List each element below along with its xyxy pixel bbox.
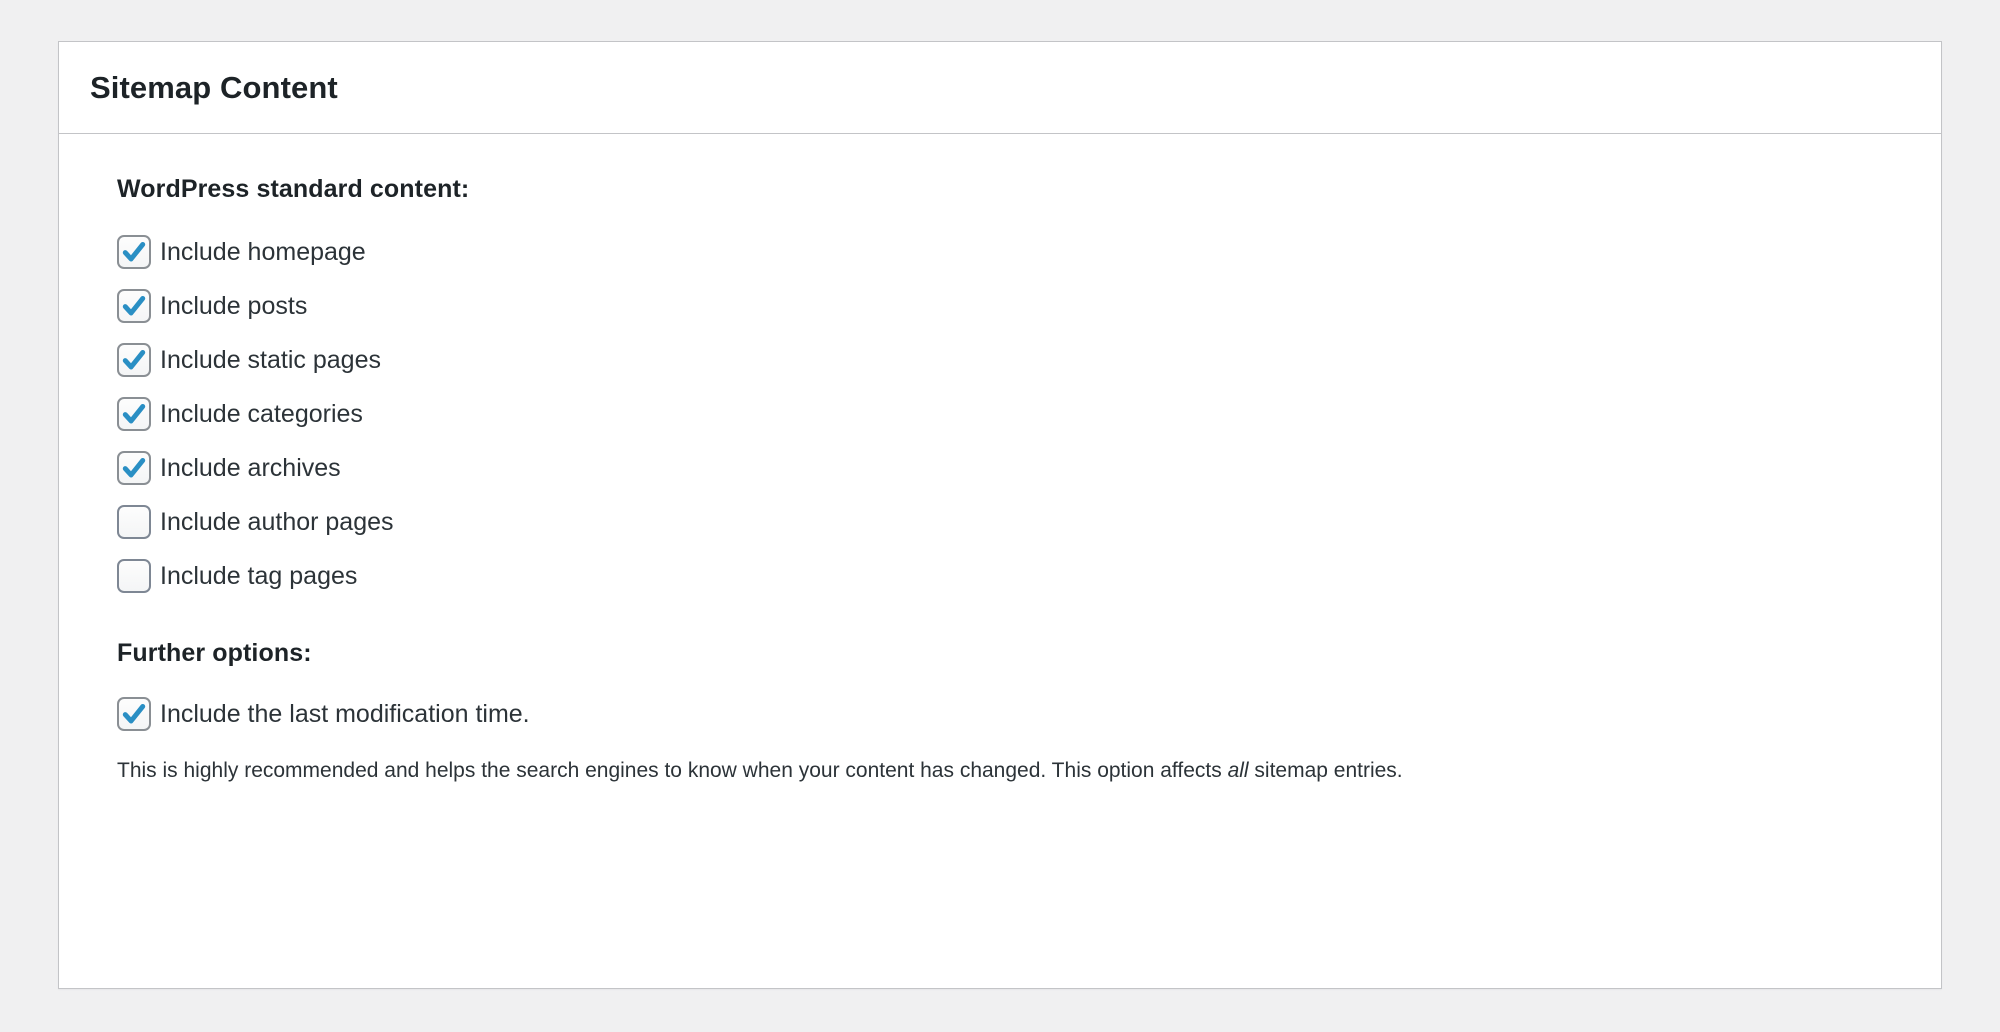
checkbox-label-include-posts: Include posts <box>160 291 308 320</box>
checkbox-row-include-categories[interactable]: Include categories <box>117 387 1941 441</box>
checkmark-icon <box>122 295 146 316</box>
checkbox-label-include-archives: Include archives <box>160 453 341 482</box>
checkbox-include-categories[interactable] <box>117 397 151 431</box>
checkbox-label-include-categories: Include categories <box>160 399 363 428</box>
sitemap-content-panel: Sitemap Content WordPress standard conte… <box>58 41 1942 989</box>
checkbox-label-include-homepage: Include homepage <box>160 237 366 266</box>
checkbox-row-include-archives[interactable]: Include archives <box>117 441 1941 495</box>
checkbox-include-static-pages[interactable] <box>117 343 151 377</box>
checkmark-icon <box>122 349 146 370</box>
checkmark-icon <box>122 241 146 262</box>
section-further-options: Further options: Include the last modifi… <box>117 639 1941 784</box>
checkbox-include-homepage[interactable] <box>117 235 151 269</box>
checkbox-row-include-posts[interactable]: Include posts <box>117 279 1941 333</box>
checkbox-row-include-last-modification-time[interactable]: Include the last modification time. <box>117 687 1941 741</box>
checkmark-icon <box>122 457 146 478</box>
checkbox-label-include-static-pages: Include static pages <box>160 345 381 374</box>
checkbox-include-author-pages[interactable] <box>117 505 151 539</box>
description-text-after: sitemap entries. <box>1248 759 1403 782</box>
section-heading-standard-content: WordPress standard content: <box>117 175 470 203</box>
checkbox-label-include-last-modification-time: Include the last modification time. <box>160 699 530 728</box>
description-text-before: This is highly recommended and helps the… <box>117 759 1228 782</box>
checkbox-include-tag-pages[interactable] <box>117 559 151 593</box>
panel-header: Sitemap Content <box>59 42 1941 134</box>
description-emphasis: all <box>1227 759 1249 782</box>
checkbox-label-include-tag-pages: Include tag pages <box>160 561 358 590</box>
checkbox-row-include-static-pages[interactable]: Include static pages <box>117 333 1941 387</box>
checkbox-label-include-author-pages: Include author pages <box>160 507 394 536</box>
checkbox-include-archives[interactable] <box>117 451 151 485</box>
checkbox-row-include-homepage[interactable]: Include homepage <box>117 225 1941 279</box>
checkbox-include-posts[interactable] <box>117 289 151 323</box>
checkbox-include-last-modification-time[interactable] <box>117 697 151 731</box>
checkbox-row-include-author-pages[interactable]: Include author pages <box>117 495 1941 549</box>
checkmark-icon <box>122 403 146 424</box>
checkbox-row-include-tag-pages[interactable]: Include tag pages <box>117 549 1941 603</box>
section-heading-further-options: Further options: <box>117 639 312 667</box>
panel-body: WordPress standard content: Include home… <box>59 134 1941 784</box>
page-title: Sitemap Content <box>90 69 338 105</box>
section-wordpress-standard-content: WordPress standard content: Include home… <box>117 175 1941 603</box>
checkmark-icon <box>122 703 146 724</box>
last-modification-time-description: This is highly recommended and helps the… <box>117 757 1941 784</box>
